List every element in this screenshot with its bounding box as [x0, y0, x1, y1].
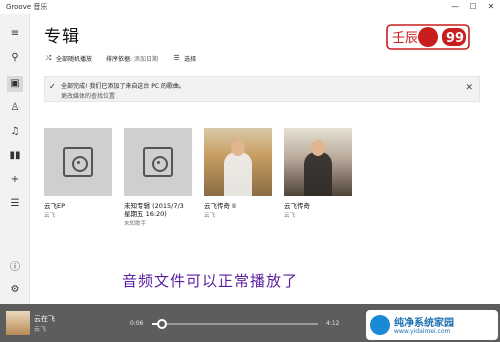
- close-icon[interactable]: ✕: [465, 83, 473, 93]
- checkmark-icon: ✓: [49, 82, 56, 91]
- now-playing-thumbnail[interactable]: [6, 311, 30, 335]
- singer-head: [231, 140, 245, 156]
- album-artist: 云飞: [284, 213, 296, 219]
- logo-text-right: 99: [446, 31, 464, 46]
- sort-value: 添加日期: [134, 55, 159, 63]
- total-time: 4:12: [326, 320, 340, 327]
- singer-head: [311, 140, 325, 156]
- sort-dropdown[interactable]: 排序依据: 添加日期: [106, 54, 158, 63]
- logo-stamp: 壬辰 99: [386, 24, 470, 50]
- command-bar: ⤮ 全部随机播放 排序依据: 添加日期 ☰ 选择: [44, 52, 210, 64]
- now-playing-icon[interactable]: ▮▮: [7, 148, 23, 164]
- shuffle-all-button[interactable]: ⤮ 全部随机播放: [44, 54, 92, 63]
- app-title: Groove 音乐: [6, 3, 48, 11]
- settings-icon[interactable]: ⚙: [7, 282, 23, 298]
- album-cover-photo: [284, 128, 352, 196]
- nav-rail: ≡ ⚲ ▣ ♙ ♫ ▮▮ + ☰ ⓘ ⚙: [0, 14, 30, 304]
- shuffle-label: 全部随机播放: [56, 55, 93, 63]
- seek-bar[interactable]: [152, 319, 318, 329]
- singer-figure: [304, 152, 332, 196]
- select-label: 选择: [184, 55, 197, 63]
- watermark-logo-icon: [370, 315, 390, 335]
- hamburger-menu-icon[interactable]: ≡: [7, 26, 23, 42]
- songs-icon[interactable]: ♫: [7, 124, 23, 140]
- album-tile[interactable]: 云飞传奇 II 云飞: [204, 128, 272, 219]
- album-tile[interactable]: 未知专辑 (2015/7/3 星期五 16:20) 未知歌手: [124, 128, 192, 227]
- banner-message: 全部完成! 我们已添加了来自这台 PC 的歌曲。: [61, 83, 185, 90]
- disc-icon: [143, 147, 173, 177]
- change-location-link[interactable]: 更改媒体的查找位置: [61, 91, 115, 100]
- now-playing-title[interactable]: 云在飞: [34, 314, 55, 324]
- playlists-icon[interactable]: ☰: [7, 196, 23, 212]
- new-playlist-icon[interactable]: +: [7, 172, 23, 188]
- album-artist: 未知歌手: [124, 221, 147, 227]
- sort-label: 排序依据:: [106, 55, 133, 63]
- disc-icon: [63, 147, 93, 177]
- album-title: 云飞EP: [44, 202, 66, 210]
- seek-thumb[interactable]: [156, 319, 167, 329]
- album-title: 云飞传奇 II: [204, 202, 236, 210]
- watermark-badge: 纯净系统家园 www.yidaimei.com: [366, 310, 498, 340]
- singer-figure: [224, 152, 252, 196]
- artists-icon[interactable]: ♙: [7, 100, 23, 116]
- album-cover-placeholder: [124, 128, 192, 196]
- current-time: 0:06: [130, 320, 144, 327]
- page-title: 专辑: [44, 27, 80, 47]
- now-playing-artist[interactable]: 云飞: [34, 324, 46, 333]
- search-icon[interactable]: ⚲: [7, 50, 23, 66]
- select-list-icon: ☰: [173, 54, 180, 62]
- album-tile[interactable]: 云飞传奇 云飞: [284, 128, 352, 219]
- album-cover-photo: [204, 128, 272, 196]
- overlay-caption: 音频文件可以正常播放了: [122, 272, 299, 290]
- shuffle-icon: ⤮: [45, 53, 52, 62]
- album-tile[interactable]: 云飞EP 云飞: [44, 128, 112, 219]
- maximize-button[interactable]: ☐: [464, 0, 482, 14]
- albums-icon[interactable]: ▣: [7, 76, 23, 92]
- minimize-button[interactable]: —: [446, 0, 464, 14]
- album-title: 云飞传奇: [284, 202, 310, 210]
- select-button[interactable]: ☰ 选择: [172, 54, 196, 63]
- album-artist: 云飞: [44, 213, 56, 219]
- album-cover-placeholder: [44, 128, 112, 196]
- title-bar: Groove 音乐 — ☐ ✕: [0, 0, 500, 14]
- account-icon[interactable]: ⓘ: [7, 260, 23, 276]
- album-artist: 云飞: [204, 213, 216, 219]
- notification-banner: ✓ 全部完成! 我们已添加了来自这台 PC 的歌曲。 更改媒体的查找位置 ✕: [44, 76, 480, 102]
- logo-text-left: 壬辰: [392, 31, 418, 46]
- watermark-url: www.yidaimei.com: [394, 328, 451, 335]
- watermark-name: 纯净系统家园: [394, 318, 454, 329]
- album-title: 未知专辑 (2015/7/3 星期五 16:20): [124, 202, 184, 218]
- close-window-button[interactable]: ✕: [482, 0, 500, 14]
- player-bar: 云在飞 云飞 0:06 4:12 纯净系统家园 www.yidaimei.com: [0, 304, 500, 342]
